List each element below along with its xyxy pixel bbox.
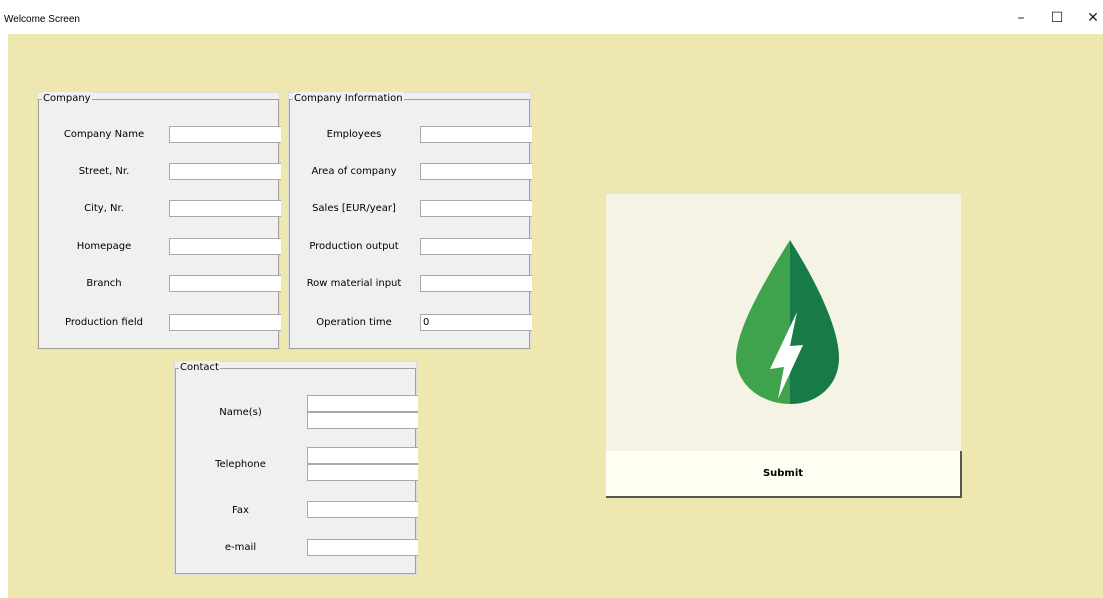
raw-material-label: Row material input bbox=[306, 278, 402, 289]
sales-label: Sales [EUR/year] bbox=[312, 203, 396, 214]
window-title: Welcome Screen bbox=[4, 14, 80, 25]
fax-label: Fax bbox=[232, 505, 249, 516]
telephone-field-2[interactable] bbox=[307, 464, 418, 481]
employees-label: Employees bbox=[326, 129, 382, 140]
leaf-right-half bbox=[790, 240, 839, 404]
company-info-group-legend: Company Information bbox=[293, 92, 404, 106]
minimize-icon[interactable]: – bbox=[1010, 8, 1032, 28]
contact-group-legend: Contact bbox=[179, 361, 220, 375]
homepage-label: Homepage bbox=[76, 241, 132, 252]
street-label: Street, Nr. bbox=[78, 166, 130, 177]
green-leaf-lightning-icon bbox=[736, 240, 839, 404]
city-label: City, Nr. bbox=[84, 203, 124, 214]
close-icon[interactable]: ✕ bbox=[1082, 8, 1103, 28]
name-field-1[interactable] bbox=[307, 395, 418, 412]
company-name-field[interactable] bbox=[169, 126, 281, 143]
maximize-icon[interactable]: ☐ bbox=[1046, 8, 1068, 28]
telephone-label: Telephone bbox=[215, 459, 266, 470]
company-group: Company Company Name Street, Nr. City, N… bbox=[37, 92, 281, 350]
branch-label: Branch bbox=[86, 278, 122, 289]
email-field[interactable] bbox=[307, 539, 418, 556]
area-label: Area of company bbox=[311, 166, 397, 177]
company-name-label: Company Name bbox=[63, 129, 145, 140]
operation-time-field[interactable] bbox=[420, 314, 532, 331]
company-info-group: Company Information Employees Area of co… bbox=[288, 92, 532, 350]
production-field-label: Production field bbox=[65, 317, 143, 328]
logo-panel bbox=[606, 194, 961, 451]
contact-group: Contact Name(s) Telephone Fax e-mail bbox=[174, 361, 418, 575]
production-output-label: Production output bbox=[309, 241, 399, 252]
city-field[interactable] bbox=[169, 200, 281, 217]
street-field[interactable] bbox=[169, 163, 281, 180]
telephone-field-1[interactable] bbox=[307, 447, 418, 464]
sales-field[interactable] bbox=[420, 200, 532, 217]
title-bar: Welcome Screen – ☐ ✕ bbox=[0, 0, 1103, 34]
raw-material-field[interactable] bbox=[420, 275, 532, 292]
fax-field[interactable] bbox=[307, 501, 418, 518]
operation-time-label: Operation time bbox=[316, 317, 392, 328]
production-output-field[interactable] bbox=[420, 238, 532, 255]
name-field-2[interactable] bbox=[307, 412, 418, 429]
email-label: e-mail bbox=[224, 542, 257, 553]
submit-button[interactable]: Submit bbox=[606, 451, 962, 498]
employees-field[interactable] bbox=[420, 126, 532, 143]
area-field[interactable] bbox=[420, 163, 532, 180]
production-field-input[interactable] bbox=[169, 314, 281, 331]
names-label: Name(s) bbox=[219, 407, 262, 418]
homepage-field[interactable] bbox=[169, 238, 281, 255]
company-group-legend: Company bbox=[42, 92, 92, 106]
branch-field[interactable] bbox=[169, 275, 281, 292]
